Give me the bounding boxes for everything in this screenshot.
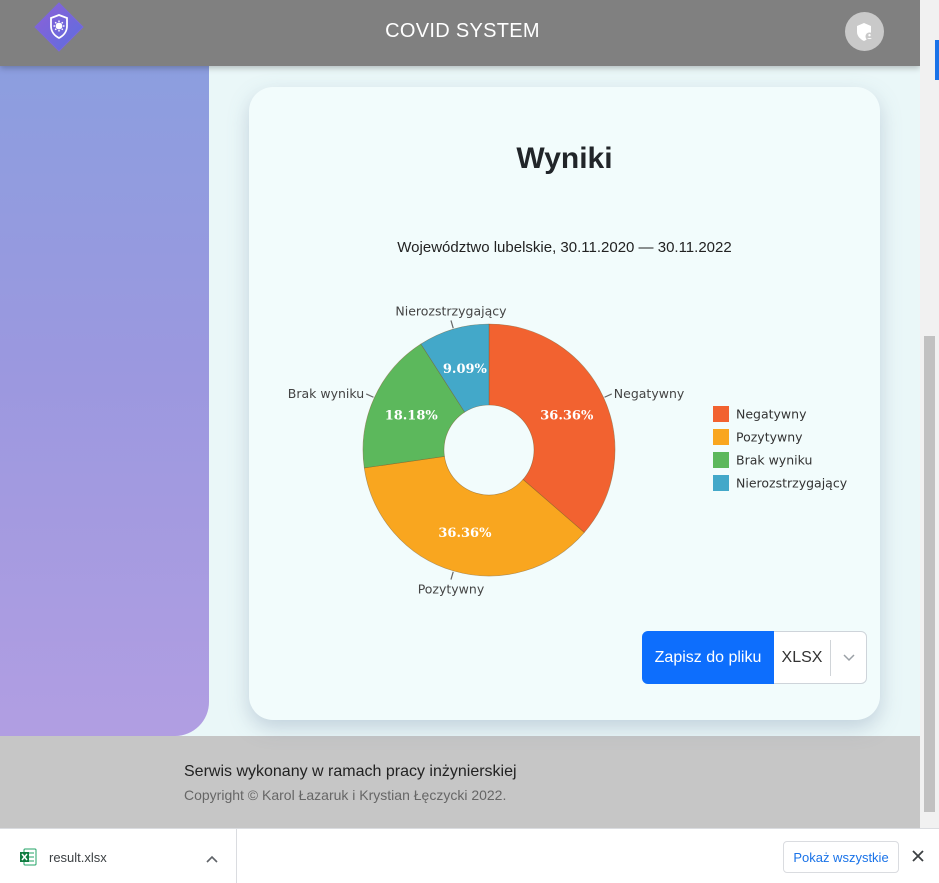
show-all-downloads-button[interactable]: Pokaż wszystkie [783, 841, 899, 873]
results-card: Wyniki Województwo lubelskie, 30.11.2020… [249, 87, 880, 720]
legend-label[interactable]: Pozytywny [736, 430, 803, 445]
slice-outer-label: Negatywny [614, 386, 685, 401]
slice-label-tick [450, 320, 454, 329]
legend-swatch[interactable] [713, 452, 729, 468]
slice-label-tick [604, 393, 613, 398]
legend-swatch[interactable] [713, 406, 729, 422]
save-file-group: Zapisz do pliku XLSX [642, 631, 867, 684]
footer: Serwis wykonany w ramach pracy inżyniers… [0, 736, 920, 828]
download-item[interactable]: result.xlsx [0, 829, 237, 883]
legend-swatch[interactable] [713, 429, 729, 445]
excel-file-icon [19, 848, 37, 871]
chevron-down-icon[interactable] [831, 653, 866, 662]
slice-percent-label: 36.36% [438, 526, 492, 541]
scrollbar-thumb[interactable] [924, 336, 935, 812]
legend-label[interactable]: Negatywny [736, 407, 807, 422]
file-format-select[interactable]: XLSX [774, 631, 867, 684]
side-panel-edge [935, 40, 939, 80]
app-title: COVID SYSTEM [385, 20, 540, 42]
slice-percent-label: 18.18% [385, 408, 439, 423]
navbar: COVID SYSTEM [0, 0, 920, 66]
slice-percent-label: 36.36% [540, 408, 594, 423]
legend-label[interactable]: Nierozstrzygający [736, 476, 848, 491]
chevron-up-icon[interactable] [205, 851, 219, 869]
slice-label-tick [450, 571, 454, 580]
user-shield-icon[interactable] [845, 12, 884, 51]
save-to-file-button[interactable]: Zapisz do pliku [642, 631, 774, 684]
slice-outer-label: Pozytywny [418, 582, 485, 597]
page: COVID SYSTEM Wyniki Województwo lubelski… [0, 0, 920, 828]
download-bar: result.xlsx Pokaż wszystkie [0, 828, 939, 883]
close-icon[interactable] [911, 849, 925, 868]
slice-percent-label: 9.09% [443, 362, 488, 377]
donut-chart: 36.36% Negatywny 36.36% Pozytywny 18.18% Brak… [288, 303, 848, 597]
download-file-name: result.xlsx [49, 850, 107, 865]
slice-label-tick [365, 393, 374, 398]
slice-outer-label: Brak wyniku [288, 386, 364, 401]
slice-outer-label: Nierozstrzygający [395, 303, 507, 318]
footer-description: Serwis wykonany w ramach pracy inżyniers… [184, 763, 517, 780]
legend-swatch[interactable] [713, 475, 729, 491]
sidebar [0, 66, 209, 736]
footer-copyright: Copyright © Karol Łazaruk i Krystian Łęc… [184, 787, 507, 803]
legend-label[interactable]: Brak wyniku [736, 453, 812, 468]
file-format-value: XLSX [781, 648, 823, 666]
